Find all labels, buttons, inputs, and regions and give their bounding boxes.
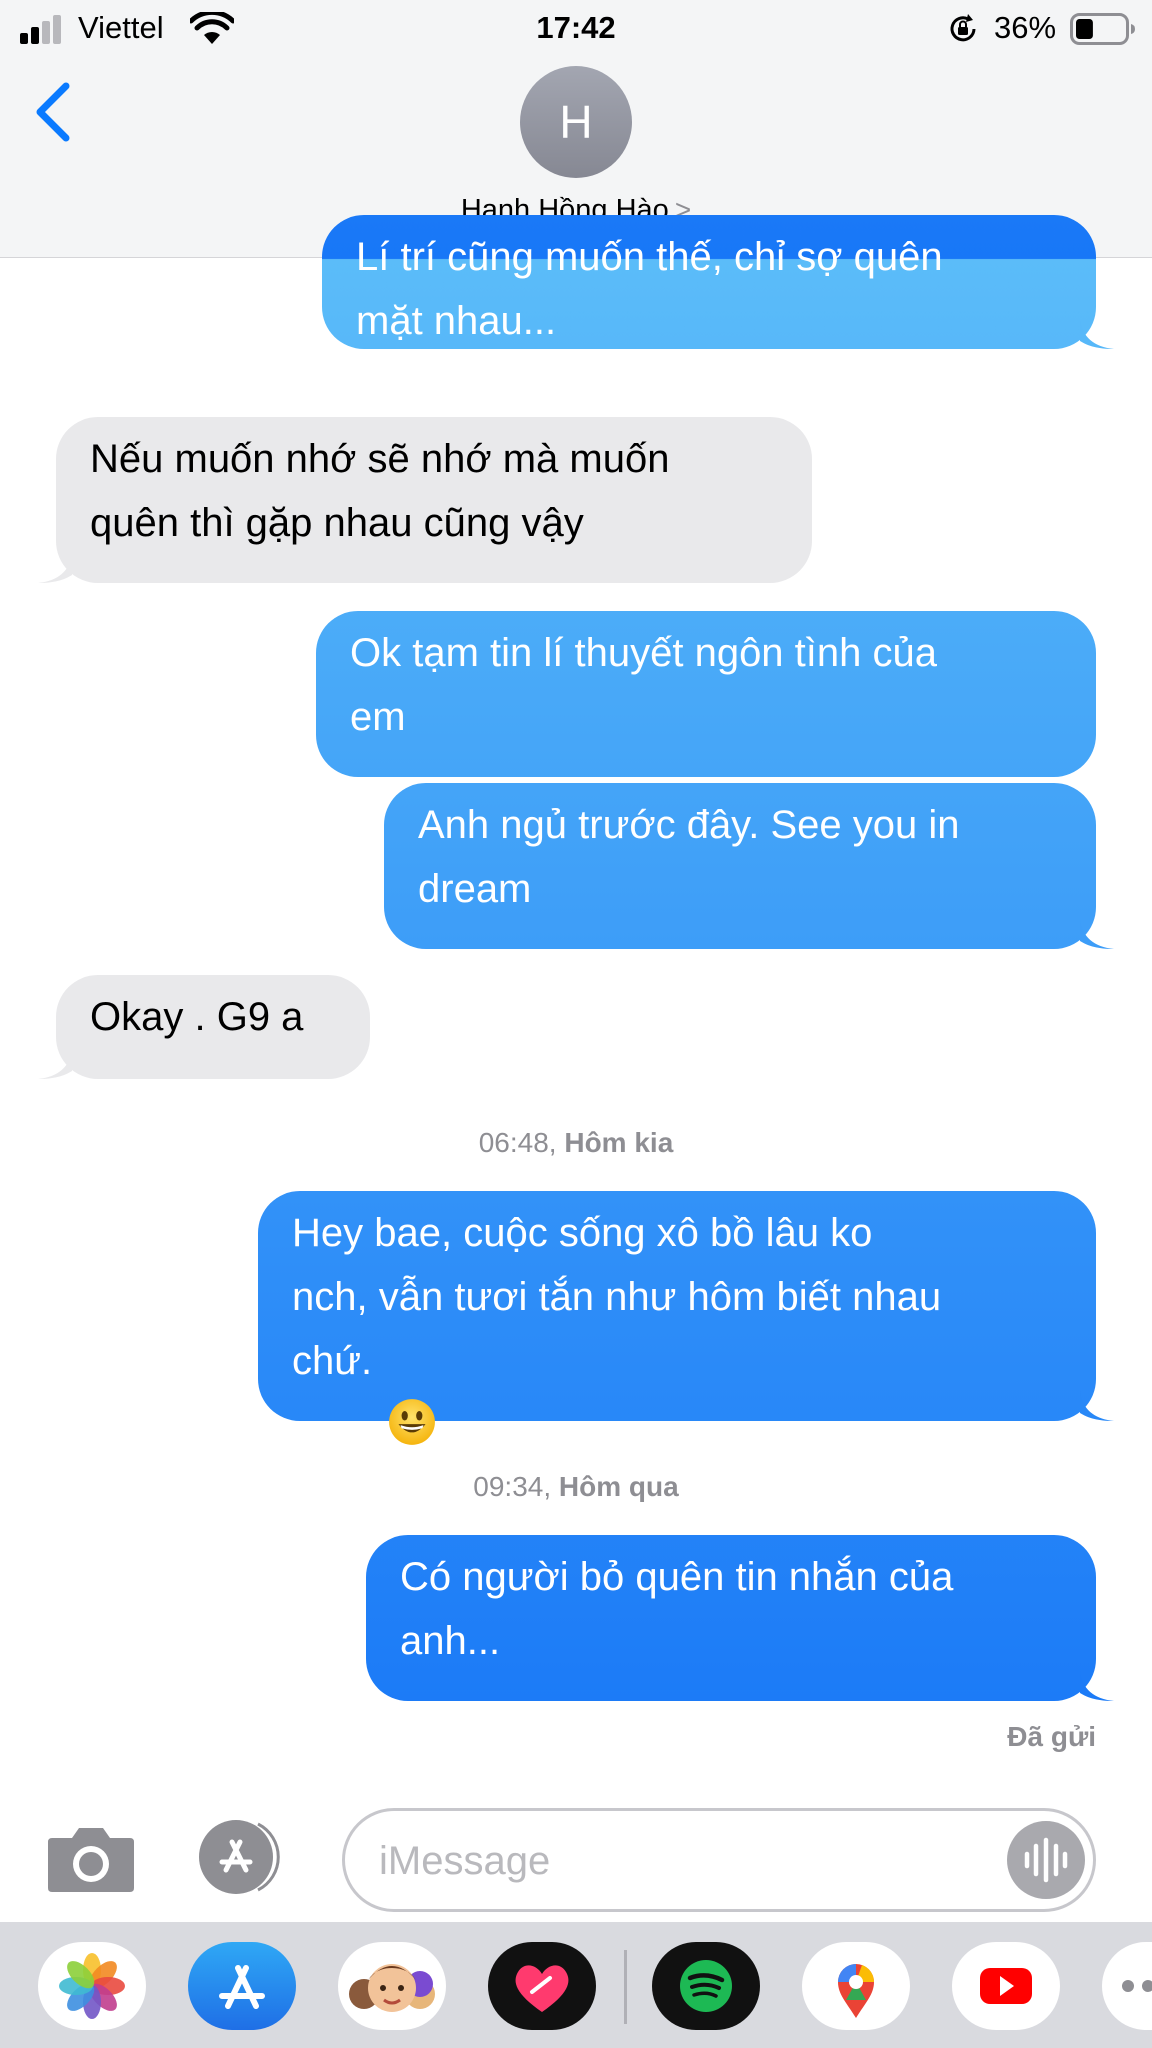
message-text: mặt nhau...: [356, 299, 557, 343]
photos-app-icon[interactable]: [38, 1942, 146, 2030]
bubble-tail: [1080, 1391, 1114, 1421]
battery-percentage: 36%: [994, 10, 1057, 45]
incoming-message-bubble[interactable]: Okay . G9 a: [38, 975, 370, 1079]
grinning-face-emoji: [388, 1399, 435, 1445]
message-text: Ok tạm tin lí thuyết ngôn tình của: [350, 631, 937, 675]
timestamp-time: 06:48,: [478, 1127, 557, 1158]
youtube-app-icon[interactable]: [952, 1942, 1060, 2030]
app-drawer: [0, 1922, 1152, 2048]
outgoing-message-bubble[interactable]: Hey bae, cuộc sống xô bồ lâu ko nch, vẫn…: [258, 1191, 1114, 1445]
status-time: 17:42: [536, 10, 616, 45]
message-text: nch, vẫn tươi tắn như hôm biết nhau: [292, 1275, 942, 1319]
more-apps-icon[interactable]: [1102, 1942, 1152, 2030]
timestamp-day: Hôm kia: [564, 1127, 674, 1158]
messages-app: Viettel 17:42 36% H Hạnh Hồng Hào > Lí t…: [0, 0, 1152, 2048]
bubble-tail: [1080, 319, 1114, 349]
digital-touch-app-icon[interactable]: [488, 1942, 596, 2030]
chevron-left-icon[interactable]: [30, 78, 74, 146]
message-input-bar: [0, 1790, 1152, 1920]
message-text: chứ.: [292, 1339, 373, 1383]
battery-icon: [1070, 13, 1135, 45]
message-text: Okay . G9 a: [90, 995, 304, 1039]
contact-avatar[interactable]: H: [520, 66, 632, 178]
camera-icon[interactable]: [46, 1822, 136, 1894]
message-input-field[interactable]: [342, 1808, 1096, 1912]
message-text: anh...: [400, 1619, 501, 1663]
outgoing-message-bubble[interactable]: Anh ngủ trước đây. See you in dream: [384, 783, 1114, 949]
message-text: Anh ngủ trước đây. See you in: [418, 803, 960, 847]
outgoing-message-bubble[interactable]: Có người bỏ quên tin nhắn của anh...: [366, 1535, 1114, 1701]
timestamp-time: 09:34,: [473, 1471, 552, 1502]
message-text: dream: [418, 867, 532, 911]
message-input[interactable]: [379, 1831, 979, 1891]
voice-waveform-icon[interactable]: [1007, 1821, 1085, 1899]
bubble-tail: [1080, 919, 1114, 949]
spotify-app-icon[interactable]: [652, 1942, 760, 2030]
outgoing-message-bubble[interactable]: Lí trí cũng muốn thế, chỉ sợ quên mặt nh…: [322, 215, 1114, 349]
message-text: quên thì gặp nhau cũng vậy: [90, 501, 584, 545]
memoji-app-icon[interactable]: [338, 1942, 446, 2030]
drawer-divider: [624, 1950, 627, 2024]
message-list[interactable]: Lí trí cũng muốn thế, chỉ sợ quên mặt nh…: [0, 215, 1152, 1789]
bubble-tail: [38, 553, 72, 583]
incoming-message-bubble[interactable]: Nếu muốn nhớ sẽ nhớ mà muốn quên thì gặp…: [38, 417, 812, 583]
outgoing-message-bubble[interactable]: Ok tạm tin lí thuyết ngôn tình của em: [316, 611, 1096, 777]
message-text: Hey bae, cuộc sống xô bồ lâu ko: [292, 1211, 873, 1255]
app-store-app-icon[interactable]: [188, 1942, 296, 2030]
message-text: em: [350, 695, 406, 739]
timestamp-separator: 06:48, Hôm kia: [0, 1127, 1152, 1159]
delivery-status: Đã gửi: [1007, 1721, 1096, 1752]
timestamp-separator: 09:34, Hôm qua: [0, 1471, 1152, 1503]
bubble-tail: [38, 1049, 72, 1079]
bubble-tail: [1080, 1671, 1114, 1701]
app-store-icon[interactable]: [194, 1818, 294, 1896]
google-maps-app-icon[interactable]: [802, 1942, 910, 2030]
status-bar: Viettel 17:42 36%: [0, 0, 1152, 60]
message-text: Lí trí cũng muốn thế, chỉ sợ quên: [356, 235, 943, 279]
orientation-lock-icon: [950, 14, 976, 42]
message-text: Có người bỏ quên tin nhắn của: [400, 1555, 954, 1599]
message-text: Nếu muốn nhớ sẽ nhớ mà muốn: [90, 437, 670, 481]
timestamp-day: Hôm qua: [558, 1471, 679, 1502]
